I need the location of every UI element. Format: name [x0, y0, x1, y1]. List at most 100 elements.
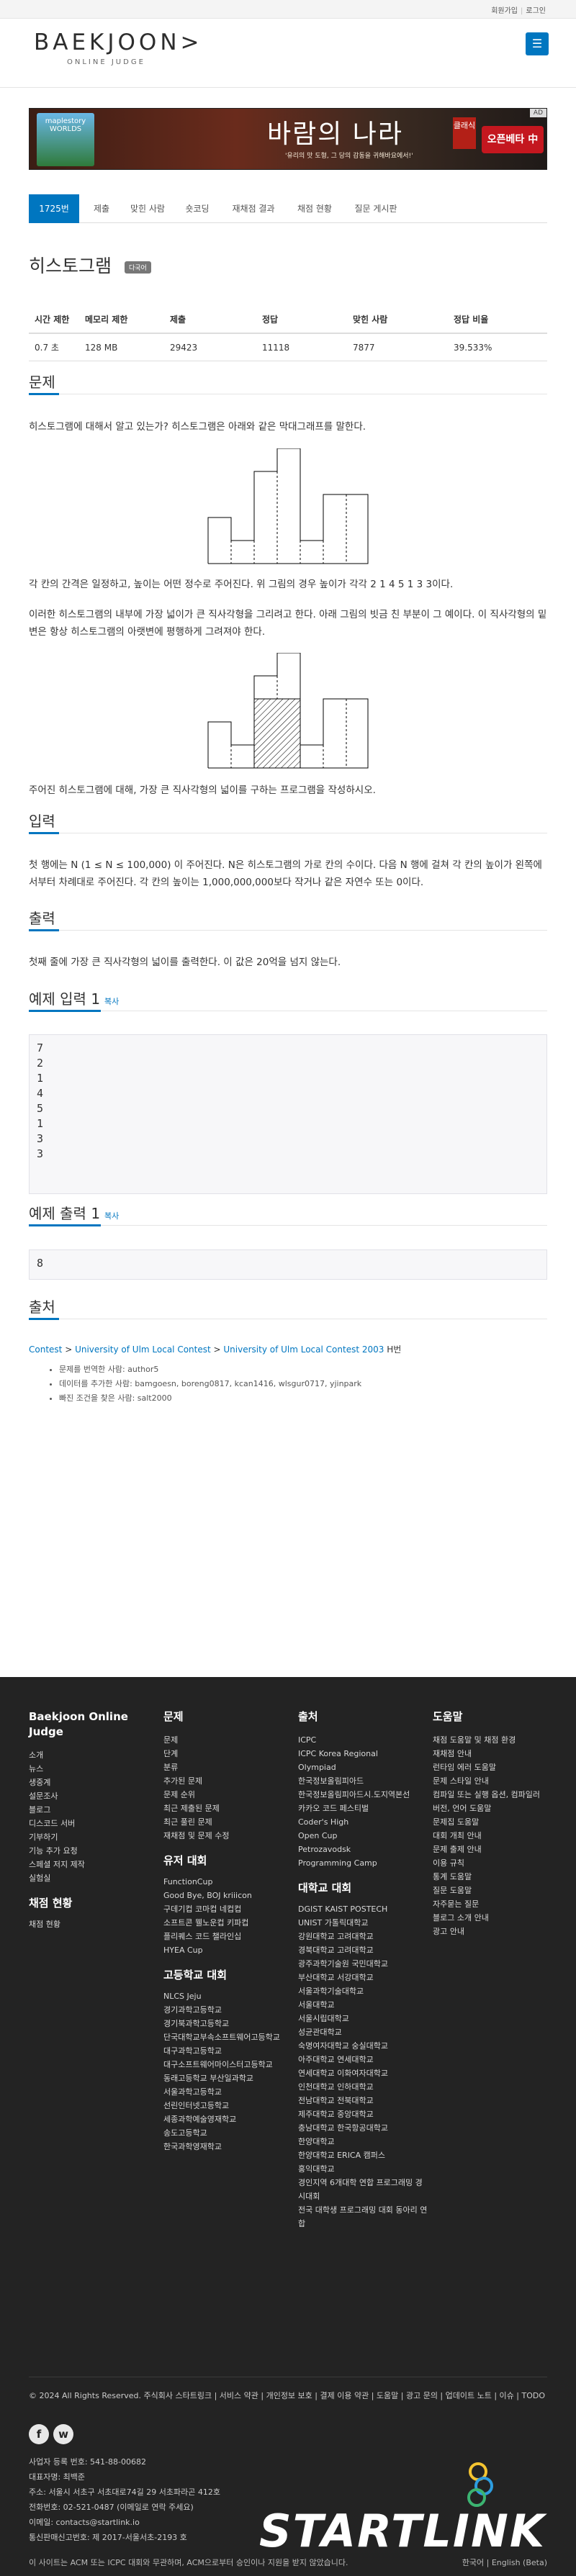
footer-link[interactable]: 디스코드 서버	[29, 1817, 137, 1830]
footer-link[interactable]: 추가된 문제	[163, 1774, 286, 1788]
footer-link[interactable]: 플리퀘스 코드 챌라인십	[163, 1930, 286, 1943]
footer-link[interactable]: 자주묻는 질문	[433, 1897, 548, 1911]
footer-link[interactable]: 카카오 코드 페스티벌	[298, 1802, 428, 1815]
footer-link[interactable]: 소프트콘 웰노운컵 키파컵	[163, 1916, 286, 1930]
footer-link[interactable]: Good Bye, BOJ kriiicon	[163, 1889, 286, 1902]
sample-output-box[interactable]: 8	[29, 1249, 547, 1280]
footer-link[interactable]: 통계 도움말	[433, 1870, 548, 1884]
footer-link[interactable]: 컴파일 또는 실행 옵션, 컴파일러 버전, 언어 도움말	[433, 1788, 548, 1815]
footer-link[interactable]: 홍익대학교	[298, 2162, 428, 2176]
footer-link[interactable]: 동래고등학교 부산일과학교	[163, 2071, 286, 2085]
footer-link[interactable]: 문제 순위	[163, 1788, 286, 1802]
footer-link[interactable]: 송도고등학교	[163, 2126, 286, 2140]
footer-link[interactable]: 경인지역 6개대학 연합 프로그래밍 경시대회	[298, 2176, 428, 2203]
footer-link[interactable]: 문제	[163, 1733, 286, 1747]
ad-cta-button[interactable]: 오픈베타 中	[482, 126, 544, 153]
footer-link[interactable]: 실험실	[29, 1871, 137, 1885]
footer-link[interactable]: 뉴스	[29, 1762, 137, 1776]
login-link[interactable]: 로그인	[523, 7, 549, 15]
footer-link[interactable]: 분류	[163, 1761, 286, 1774]
footer-link[interactable]: Olympiad	[298, 1761, 428, 1774]
footer-link[interactable]: 세종과학예술영재학교	[163, 2112, 286, 2126]
footer-link[interactable]: 서울시립대학교	[298, 2012, 428, 2025]
footer-link[interactable]: 문제 출제 안내	[433, 1843, 548, 1856]
footer-link[interactable]: 대회 개최 안내	[433, 1829, 548, 1843]
footer-link[interactable]: 서울과학기술대학교	[298, 1984, 428, 1998]
footer-link[interactable]: Open Cup	[298, 1829, 428, 1843]
footer-link[interactable]: 문제집 도움말	[433, 1815, 548, 1829]
tab-solved-users[interactable]: 맞힌 사람	[122, 194, 173, 223]
footer-link[interactable]: 전남대학교 전북대학교	[298, 2094, 428, 2107]
footer-link[interactable]: Petrozavodsk	[298, 1843, 428, 1856]
footer-link[interactable]: 광고 안내	[433, 1925, 548, 1938]
footer-link[interactable]: 재채점 안내	[433, 1747, 548, 1761]
footer-link[interactable]: 인천대학교 인하대학교	[298, 2080, 428, 2094]
site-logo[interactable]: BAEKJOON> ONLINE JUDGE	[34, 30, 199, 70]
footer-link[interactable]: 경기북과학고등학교	[163, 2017, 286, 2030]
source-link-ulm[interactable]: University of Ulm Local Contest	[75, 1345, 211, 1355]
footer-link[interactable]: 기능 추가 요청	[29, 1844, 137, 1858]
footer-link[interactable]: 채점 도움말 및 채점 환경	[433, 1733, 548, 1747]
footer-link[interactable]: 한국과학영재학교	[163, 2140, 286, 2154]
footer-link[interactable]: 최근 풀린 문제	[163, 1815, 286, 1829]
footer-link[interactable]: 재채점 및 문제 수정	[163, 1829, 286, 1843]
footer-link[interactable]: 경북대학교 고려대학교	[298, 1943, 428, 1957]
footer-link[interactable]: FunctionCup	[163, 1875, 286, 1889]
footer-link[interactable]: NLCS Jeju	[163, 1989, 286, 2003]
footer-link[interactable]: 런타임 에러 도움말	[433, 1761, 548, 1774]
footer-link[interactable]: 전국 대학생 프로그래밍 대회 동아리 연합	[298, 2203, 428, 2231]
language-switch[interactable]: 한국어 | English (Beta)	[462, 2557, 547, 2568]
footer-link[interactable]: 강원대학교 고려대학교	[298, 1930, 428, 1943]
footer-link[interactable]: 한양대학교	[298, 2135, 428, 2148]
tab-submit[interactable]: 제출	[86, 194, 117, 223]
sample-input-box[interactable]: 7 2 1 4 5 1 3 3	[29, 1034, 547, 1194]
footer-link[interactable]: 한국정보올림피아드시.도지역본선	[298, 1788, 428, 1802]
footer-link[interactable]: Coder's High	[298, 1815, 428, 1829]
footer-link[interactable]: 블로그 소개 안내	[433, 1911, 548, 1925]
footer-link[interactable]: DGIST KAIST POSTECH	[298, 1902, 428, 1916]
footer-link[interactable]: 채점 현황	[29, 1917, 137, 1931]
tab-status[interactable]: 채점 현황	[289, 194, 340, 223]
facebook-icon[interactable]: f	[29, 2424, 49, 2444]
footer-link[interactable]: 광주과학기술원 국민대학교	[298, 1957, 428, 1971]
footer-link[interactable]: 최근 제출된 문제	[163, 1802, 286, 1815]
footer-link[interactable]: 충남대학교 한국항공대학교	[298, 2121, 428, 2135]
footer-link[interactable]: HYEA Cup	[163, 1943, 286, 1957]
footer-link[interactable]: Programming Camp	[298, 1856, 428, 1870]
menu-toggle-button[interactable]: ☰	[526, 32, 549, 55]
footer-link[interactable]: ICPC Korea Regional	[298, 1747, 428, 1761]
tab-board[interactable]: 질문 게시판	[346, 194, 406, 223]
footer-link[interactable]: 기부하기	[29, 1830, 137, 1844]
tab-short-coding[interactable]: 숏코딩	[179, 194, 216, 223]
footer-link[interactable]: 숙명여자대학교 숭실대학교	[298, 2039, 428, 2053]
footer-link[interactable]: 성균관대학교	[298, 2025, 428, 2039]
footer-link[interactable]: 한양대학교 ERICA 캠퍼스	[298, 2148, 428, 2162]
footer-link[interactable]: 아주대학교 연세대학교	[298, 2053, 428, 2066]
footer-link[interactable]: 선린인터넷고등학교	[163, 2099, 286, 2112]
footer-link[interactable]: 한국정보올림피아드	[298, 1774, 428, 1788]
footer-link[interactable]: 서울과학고등학교	[163, 2085, 286, 2099]
footer-link[interactable]: 제주대학교 중앙대학교	[298, 2107, 428, 2121]
footer-link[interactable]: 소개	[29, 1748, 137, 1762]
tab-rejudge[interactable]: 재채점 결과	[223, 194, 284, 223]
footer-link[interactable]: 이용 규칙	[433, 1856, 548, 1870]
footer-link[interactable]: 문제 스타일 안내	[433, 1774, 548, 1788]
wordpress-icon[interactable]: w	[53, 2424, 73, 2444]
footer-link[interactable]: 스페셜 저지 제작	[29, 1858, 137, 1871]
footer-link[interactable]: 대구과학고등학교	[163, 2044, 286, 2058]
footer-link[interactable]: 부산대학교 서강대학교	[298, 1971, 428, 1984]
footer-link[interactable]: 구데기컵 코마컵 네컵컵	[163, 1902, 286, 1916]
footer-link[interactable]: 블로그	[29, 1803, 137, 1817]
footer-link[interactable]: ICPC	[298, 1733, 428, 1747]
copy-sample-output-button[interactable]: 복사	[104, 1211, 119, 1221]
footer-link[interactable]: 단국대학교부속소프트웨어고등학교	[163, 2030, 286, 2044]
footer-link[interactable]: 질문 도움말	[433, 1884, 548, 1897]
source-link-ulm-2003[interactable]: University of Ulm Local Contest 2003	[223, 1345, 384, 1355]
ad-banner[interactable]: maplestory WORLDS 바람의 나라 클래식 '유리의 맛 도형, …	[29, 108, 547, 170]
footer-link[interactable]: 설문조사	[29, 1789, 137, 1803]
footer-link[interactable]: 단계	[163, 1747, 286, 1761]
footer-link[interactable]: 서울대학교	[298, 1998, 428, 2012]
footer-link[interactable]: 생중계	[29, 1776, 137, 1789]
footer-link[interactable]: 연세대학교 이화여자대학교	[298, 2066, 428, 2080]
copy-sample-input-button[interactable]: 복사	[104, 997, 119, 1006]
